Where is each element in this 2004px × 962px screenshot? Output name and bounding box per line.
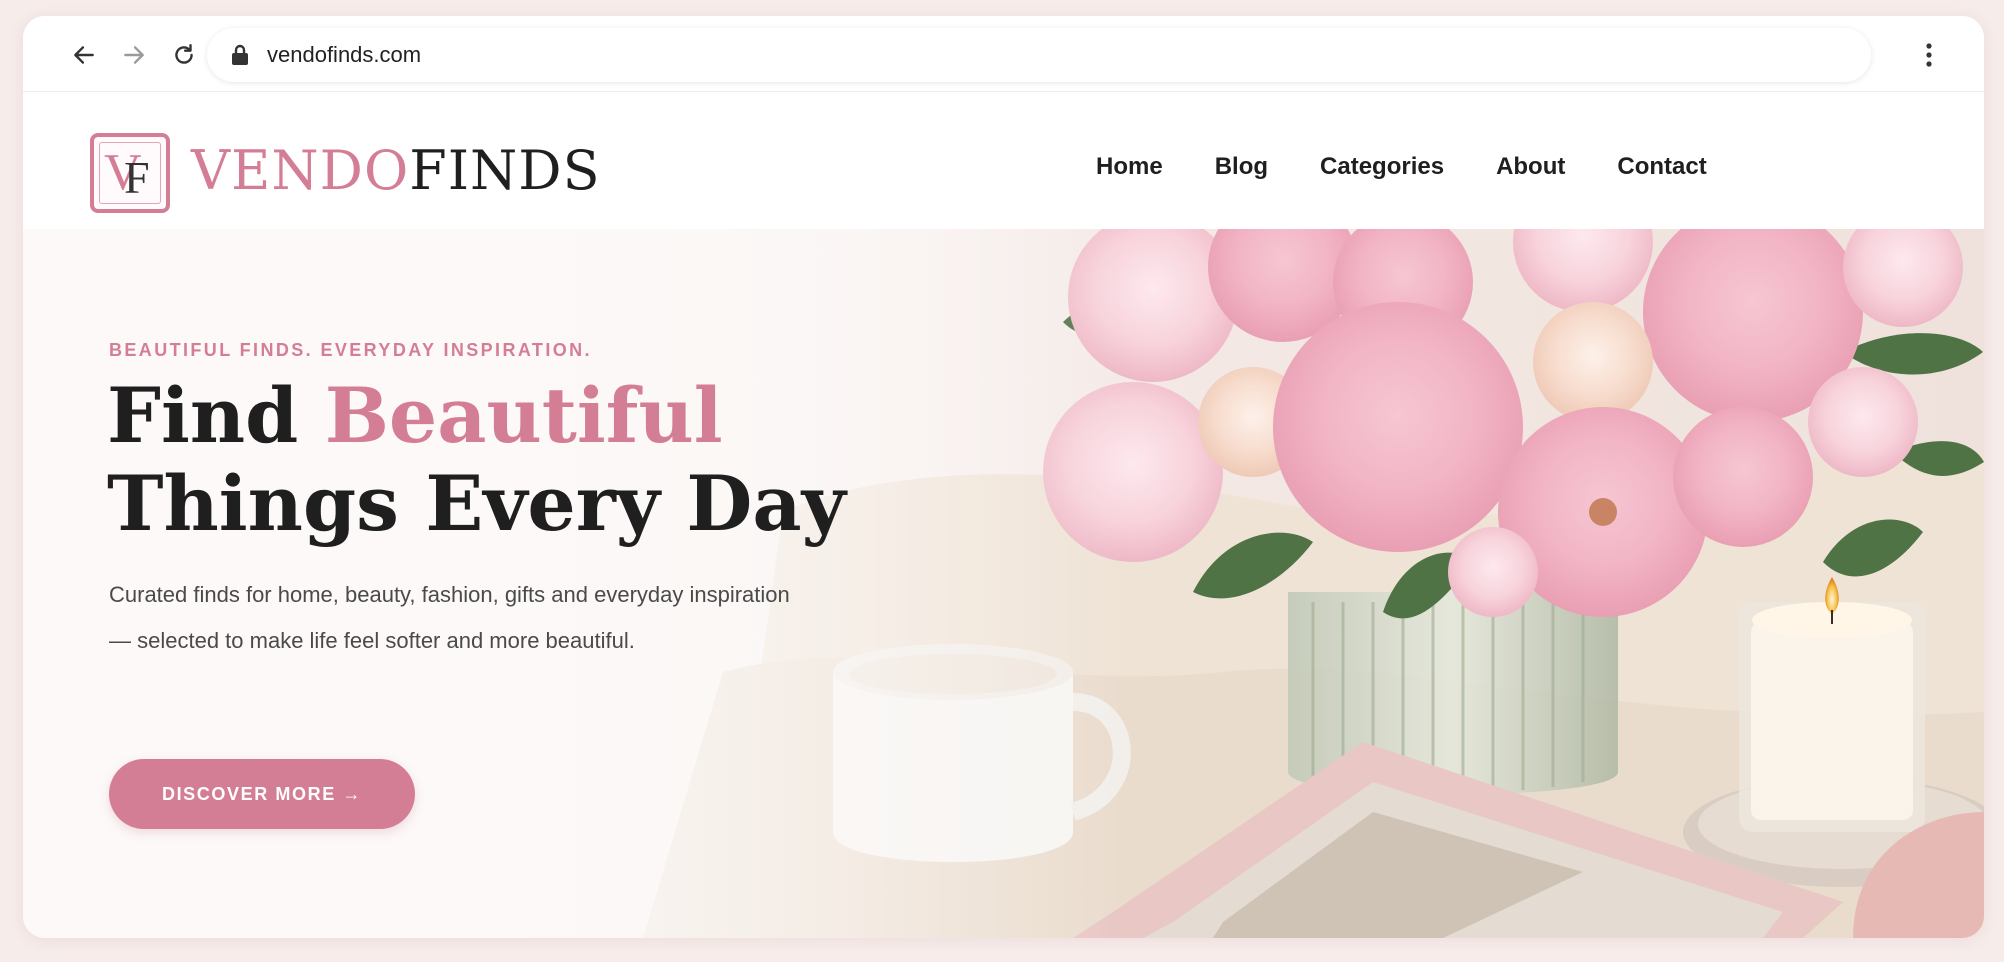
nav-contact[interactable]: Contact	[1617, 153, 1706, 181]
url-text: vendofinds.com	[267, 42, 422, 67]
reload-icon	[175, 44, 193, 64]
address-bar[interactable]: vendofinds.com	[207, 28, 1871, 82]
headline-accent: Beautiful	[324, 371, 723, 460]
brand-wordmark[interactable]: VENDOFINDS	[191, 139, 601, 202]
hero-headline: Find Beautiful Things Every Day	[107, 372, 846, 548]
forward-button[interactable]	[117, 38, 151, 72]
hero-description: Curated finds for home, beauty, fashion,…	[109, 582, 790, 653]
headline-plain: Find	[107, 371, 325, 460]
nav-home[interactable]: Home	[1096, 153, 1163, 181]
site-header: V F VENDOFINDS Home Blog Categories Abou…	[23, 93, 1984, 229]
forward-arrow-icon	[124, 46, 144, 64]
brand-part-vendo: VENDO	[191, 139, 410, 202]
nav-blog[interactable]: Blog	[1215, 153, 1268, 181]
browser-window: vendofinds.com BEAUTIFUL FINDS. EVERYDAY…	[23, 16, 1984, 938]
browser-menu-button[interactable]	[1914, 40, 1944, 70]
browser-toolbar: vendofinds.com	[23, 16, 1984, 92]
discover-more-button[interactable]: DISCOVER MORE →	[109, 759, 415, 829]
lock-icon	[232, 44, 248, 65]
hero-tagline: BEAUTIFUL FINDS. EVERYDAY INSPIRATION.	[109, 340, 592, 360]
headline-line2: Things Every Day	[107, 459, 846, 548]
logo-letter-f: F	[124, 152, 150, 203]
kebab-menu-icon	[1926, 43, 1932, 67]
logo-icon[interactable]: V F	[90, 133, 170, 213]
nav-categories[interactable]: Categories	[1320, 153, 1444, 181]
back-arrow-icon	[74, 46, 94, 64]
nav-about[interactable]: About	[1496, 153, 1565, 181]
brand-part-finds: FINDS	[409, 139, 601, 202]
main-navigation: Home Blog Categories About Contact	[1096, 153, 1759, 181]
reload-button[interactable]	[167, 38, 201, 72]
hero-section: BEAUTIFUL FINDS. EVERYDAY INSPIRATION. F…	[23, 212, 1984, 938]
back-button[interactable]	[67, 38, 101, 72]
